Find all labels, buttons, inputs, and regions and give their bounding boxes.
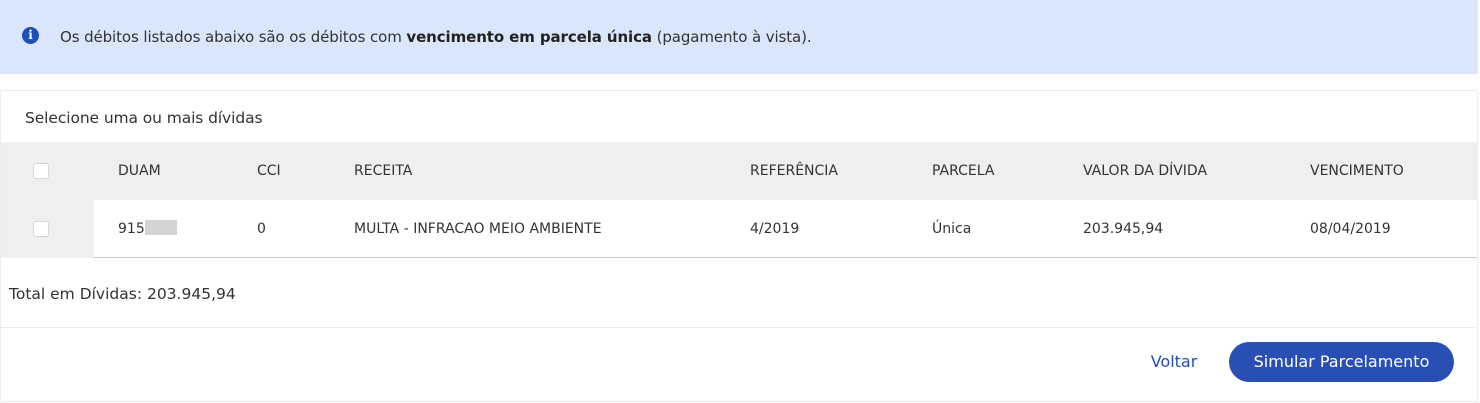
- row-checkbox[interactable]: [33, 221, 49, 237]
- debts-card: Selecione uma ou mais dívidas DUAM CCI R…: [0, 90, 1478, 402]
- table-header: DUAM CCI RECEITA REFERÊNCIA PARCELA VALO…: [1, 142, 1477, 200]
- total-debts: Total em Dívidas: 203.945,94: [9, 285, 236, 303]
- alert-message: Os débitos listados abaixo são os débito…: [60, 28, 812, 46]
- cell-duam: 915: [118, 200, 177, 258]
- cell-referencia: 4/2019: [750, 221, 800, 237]
- column-header-parcela: PARCELA: [932, 163, 995, 179]
- redacted-block: [144, 220, 177, 235]
- footer-divider: [1, 327, 1477, 328]
- cell-receita: MULTA - INFRACAO MEIO AMBIENTE: [354, 221, 602, 237]
- select-all-checkbox[interactable]: [33, 163, 49, 179]
- column-header-receita: RECEITA: [354, 163, 413, 179]
- simulate-installment-button[interactable]: Simular Parcelamento: [1229, 342, 1454, 382]
- info-icon: i: [22, 26, 39, 44]
- info-alert: i Os débitos listados abaixo são os débi…: [0, 0, 1478, 74]
- cell-valor: 203.945,94: [1083, 221, 1164, 237]
- column-header-duam: DUAM: [118, 163, 161, 179]
- back-button[interactable]: Voltar: [1141, 342, 1207, 382]
- column-header-valor: VALOR DA DÍVIDA: [1083, 163, 1208, 179]
- row-select-cell: [1, 200, 94, 258]
- cell-vencimento: 08/04/2019: [1310, 221, 1391, 237]
- column-header-cci: CCI: [257, 163, 281, 179]
- column-header-referencia: REFERÊNCIA: [750, 163, 838, 179]
- table-row[interactable]: 915 0 MULTA - INFRACAO MEIO AMBIENTE 4/2…: [94, 200, 1477, 258]
- card-title: Selecione uma ou mais dívidas: [25, 109, 263, 127]
- alert-message-bold: vencimento em parcela única: [406, 28, 652, 46]
- cell-cci: 0: [257, 221, 266, 237]
- cell-parcela: Única: [932, 221, 972, 237]
- column-header-vencimento: VENCIMENTO: [1310, 163, 1404, 179]
